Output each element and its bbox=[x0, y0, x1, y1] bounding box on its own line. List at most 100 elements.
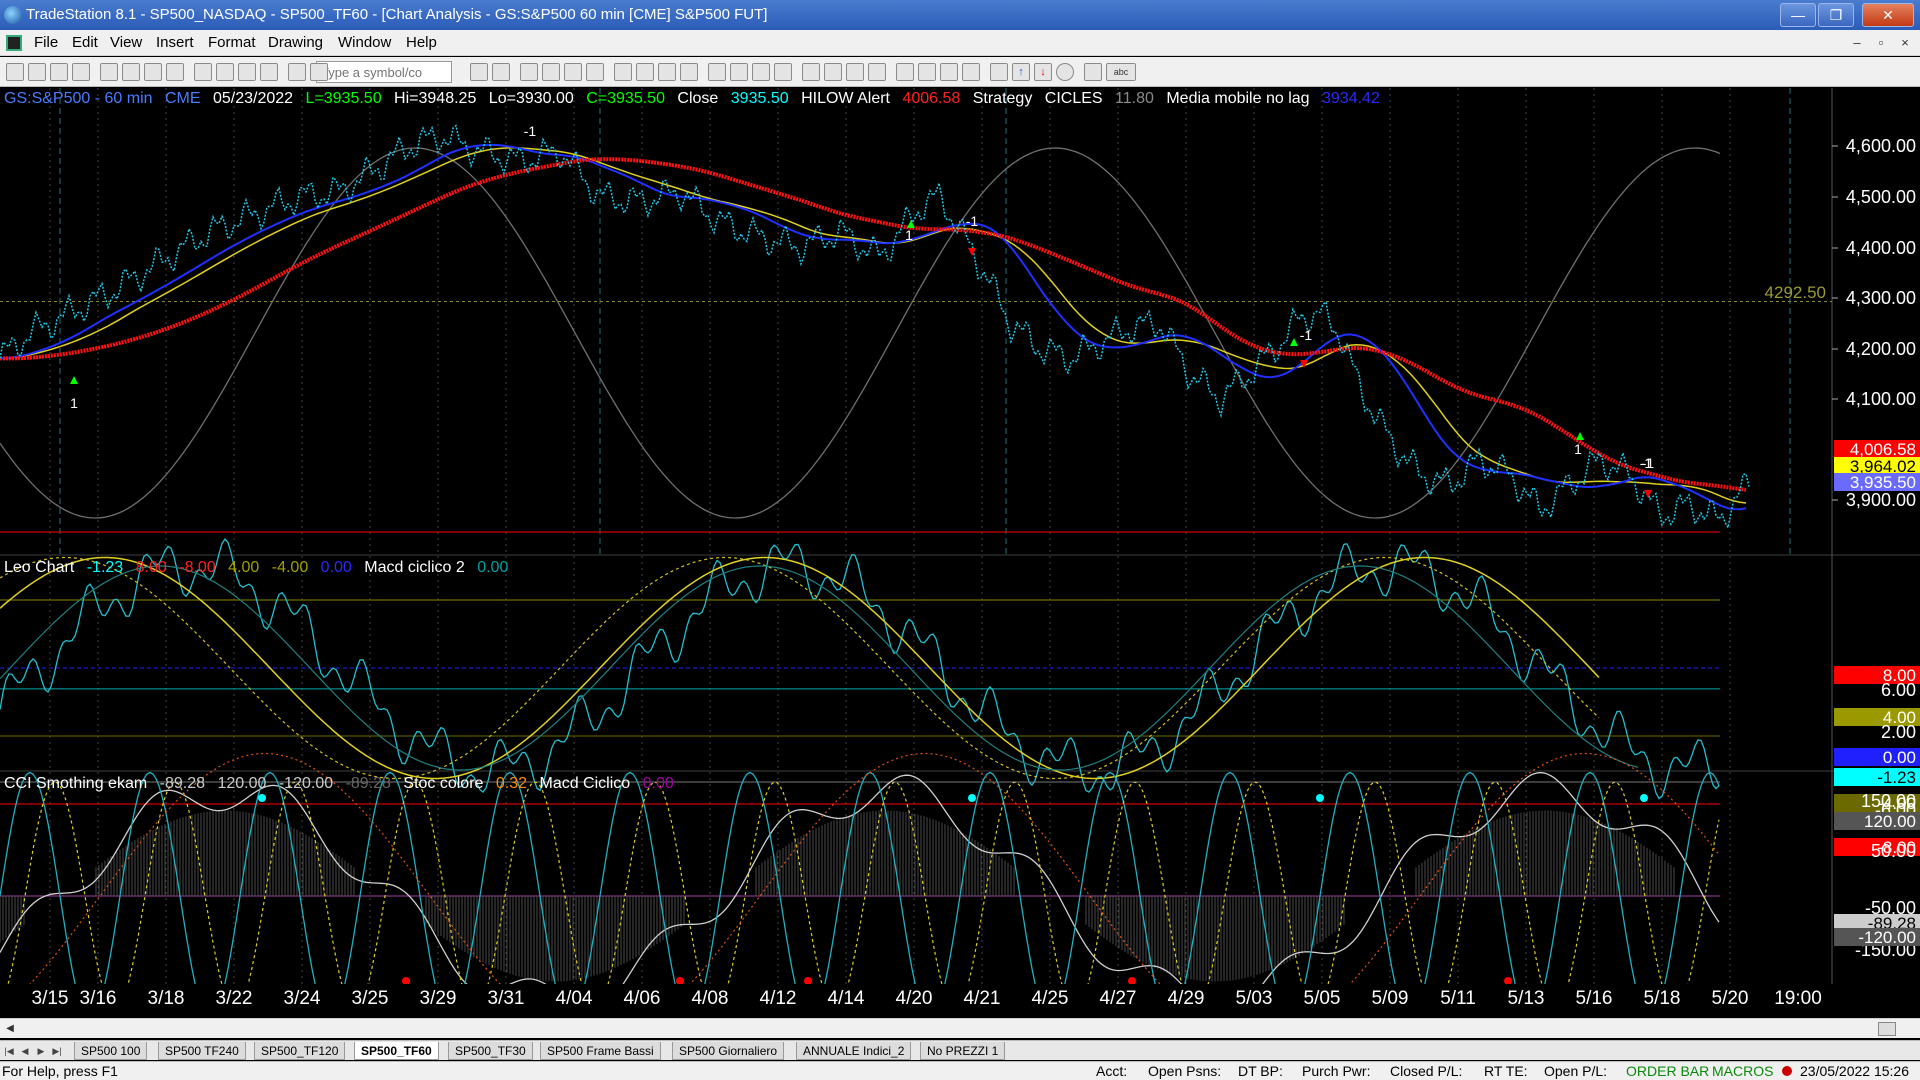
text-icon[interactable]: abc bbox=[1106, 63, 1136, 81]
cursor-icon[interactable] bbox=[636, 63, 654, 81]
tab-next-icon[interactable]: ▶ bbox=[34, 1043, 48, 1059]
scan-icon[interactable] bbox=[492, 63, 510, 81]
menu-file[interactable]: File bbox=[34, 30, 58, 56]
menu-window[interactable]: Window bbox=[338, 30, 391, 56]
cci-tick-label: 150.00 bbox=[1861, 791, 1916, 811]
date-tick-label: 4/08 bbox=[692, 988, 729, 1008]
stoc-colore-value: 0.32 bbox=[495, 775, 528, 792]
date-tick-label: 5/03 bbox=[1236, 988, 1273, 1008]
mdi-close-button[interactable]: × bbox=[1896, 34, 1914, 52]
open-icon[interactable] bbox=[28, 63, 46, 81]
search-icon[interactable] bbox=[310, 63, 328, 81]
speed-icon[interactable] bbox=[962, 63, 980, 81]
app-icon[interactable] bbox=[4, 6, 22, 24]
alert-icon[interactable] bbox=[614, 63, 632, 81]
matrix-icon[interactable] bbox=[520, 63, 538, 81]
tab-sp500-frame-bassi[interactable]: SP500 Frame Bassi bbox=[540, 1042, 661, 1060]
new-icon[interactable] bbox=[6, 63, 24, 81]
window-icon[interactable] bbox=[216, 63, 234, 81]
tab-sp500-tf30[interactable]: SP500_TF30 bbox=[448, 1042, 533, 1060]
tab-sp500-100[interactable]: SP500 100 bbox=[74, 1042, 148, 1060]
cancel-icon[interactable] bbox=[802, 63, 820, 81]
strategy-label: Strategy bbox=[972, 90, 1033, 107]
order-bar-button[interactable]: ORDER BAR bbox=[1626, 1062, 1709, 1080]
chart-canvas[interactable]: 1-11-1-1-11-14,600.004,500.004,400.004,3… bbox=[0, 88, 1920, 1008]
circle-icon[interactable] bbox=[1056, 63, 1074, 81]
date-tick-label: 4/29 bbox=[1168, 988, 1205, 1008]
cci-peak-marker bbox=[258, 794, 266, 802]
date-tick-label: 3/22 bbox=[216, 988, 253, 1008]
oscillator-badge-label: -1.23 bbox=[1877, 768, 1916, 787]
cci-peak-marker bbox=[968, 794, 976, 802]
tab-sp500-tf120[interactable]: SP500_TF120 bbox=[254, 1042, 346, 1060]
hilow-label: HILOW Alert bbox=[801, 90, 890, 107]
folder-icon[interactable] bbox=[100, 63, 118, 81]
acct-label: Acct: bbox=[1096, 1063, 1128, 1079]
mdi-minimize-button[interactable]: – bbox=[1848, 34, 1866, 52]
save-all-icon[interactable] bbox=[72, 63, 90, 81]
menu-view[interactable]: View bbox=[110, 30, 142, 56]
ticker-icon[interactable] bbox=[470, 63, 488, 81]
chart-area[interactable]: 1 -1 1 -1 -1 -1 1 -1 4,600.00 4,500.00 4,400.00 4,3… bbox=[0, 88, 1920, 1008]
tab-sp500-giornaliero[interactable]: SP500 Giornaliero bbox=[672, 1042, 785, 1060]
menu-insert[interactable]: Insert bbox=[156, 30, 194, 56]
arrow-up-icon[interactable]: ↑ bbox=[1012, 63, 1030, 81]
leo-value-6: 0.00 bbox=[320, 559, 352, 576]
tools-icon[interactable] bbox=[752, 63, 770, 81]
tab-last-icon[interactable]: ▶| bbox=[50, 1043, 64, 1059]
leo-value-2: 8.00 bbox=[135, 559, 167, 576]
channel-icon[interactable] bbox=[896, 63, 914, 81]
workspace-icon[interactable] bbox=[166, 63, 184, 81]
cicles-label: CICLES bbox=[1044, 90, 1103, 107]
macro-icon[interactable] bbox=[288, 63, 306, 81]
menu-format[interactable]: Format bbox=[208, 30, 256, 56]
rect-icon[interactable] bbox=[1084, 63, 1102, 81]
symbol-input[interactable] bbox=[316, 61, 452, 83]
minimize-button[interactable]: — bbox=[1780, 3, 1816, 27]
tab-sp500-tf240[interactable]: SP500 TF240 bbox=[158, 1042, 246, 1060]
save-icon[interactable] bbox=[50, 63, 68, 81]
chart-icon[interactable] bbox=[260, 63, 278, 81]
pointer-icon[interactable] bbox=[708, 63, 726, 81]
arrow-down-icon[interactable]: ↓ bbox=[1034, 63, 1052, 81]
signal-label: 1 bbox=[1574, 441, 1582, 457]
menu-drawing[interactable]: Drawing bbox=[268, 30, 323, 56]
close-button[interactable]: ✕ bbox=[1862, 3, 1914, 27]
macros-button[interactable]: MACROS bbox=[1712, 1062, 1773, 1080]
print-icon[interactable] bbox=[122, 63, 140, 81]
toolbar: ↑↓ abc bbox=[0, 57, 1920, 87]
vline-icon[interactable] bbox=[868, 63, 886, 81]
fib-icon[interactable] bbox=[918, 63, 936, 81]
options-icon[interactable] bbox=[586, 63, 604, 81]
radar-icon[interactable] bbox=[542, 63, 560, 81]
gann-icon[interactable] bbox=[990, 63, 1008, 81]
tab-prev-icon[interactable]: ◀ bbox=[18, 1043, 32, 1059]
tab-first-icon[interactable]: |◀ bbox=[2, 1043, 16, 1059]
mdi-restore-button[interactable]: ▫ bbox=[1872, 34, 1890, 52]
horizontal-scrollbar[interactable]: ◀ bbox=[0, 1018, 1920, 1038]
refresh-icon[interactable] bbox=[774, 63, 792, 81]
cci-trough-marker bbox=[804, 977, 812, 985]
date-tick-label: 5/09 bbox=[1372, 988, 1409, 1008]
oscillator-pane-header: Leo Chart -1.23 8.00 -8.00 4.00 -4.00 0.… bbox=[4, 559, 516, 577]
hline-icon[interactable] bbox=[846, 63, 864, 81]
zoom-in-icon[interactable] bbox=[658, 63, 676, 81]
grid-icon[interactable] bbox=[238, 63, 256, 81]
chart-window-icon[interactable] bbox=[6, 35, 22, 51]
menu-help[interactable]: Help bbox=[406, 30, 437, 56]
trendline-icon[interactable] bbox=[824, 63, 842, 81]
tab-sp500-tf60[interactable]: SP500_TF60 bbox=[354, 1042, 439, 1060]
scroll-left-arrow-icon[interactable]: ◀ bbox=[2, 1021, 18, 1037]
news-icon[interactable] bbox=[564, 63, 582, 81]
desktop-icon[interactable] bbox=[194, 63, 212, 81]
tab-no-prezzi-1[interactable]: No PREZZI 1 bbox=[920, 1042, 1006, 1060]
maximize-button[interactable]: ❐ bbox=[1818, 3, 1854, 27]
cci-value-3: -120.00 bbox=[278, 775, 334, 792]
zoom-out-icon[interactable] bbox=[680, 63, 698, 81]
arc-icon[interactable] bbox=[940, 63, 958, 81]
crosshair-icon[interactable] bbox=[730, 63, 748, 81]
scroll-thumb[interactable] bbox=[1878, 1022, 1896, 1036]
menu-edit[interactable]: Edit bbox=[72, 30, 98, 56]
tab-annuale-indici-2[interactable]: ANNUALE Indici_2 bbox=[796, 1042, 912, 1060]
print-preview-icon[interactable] bbox=[144, 63, 162, 81]
